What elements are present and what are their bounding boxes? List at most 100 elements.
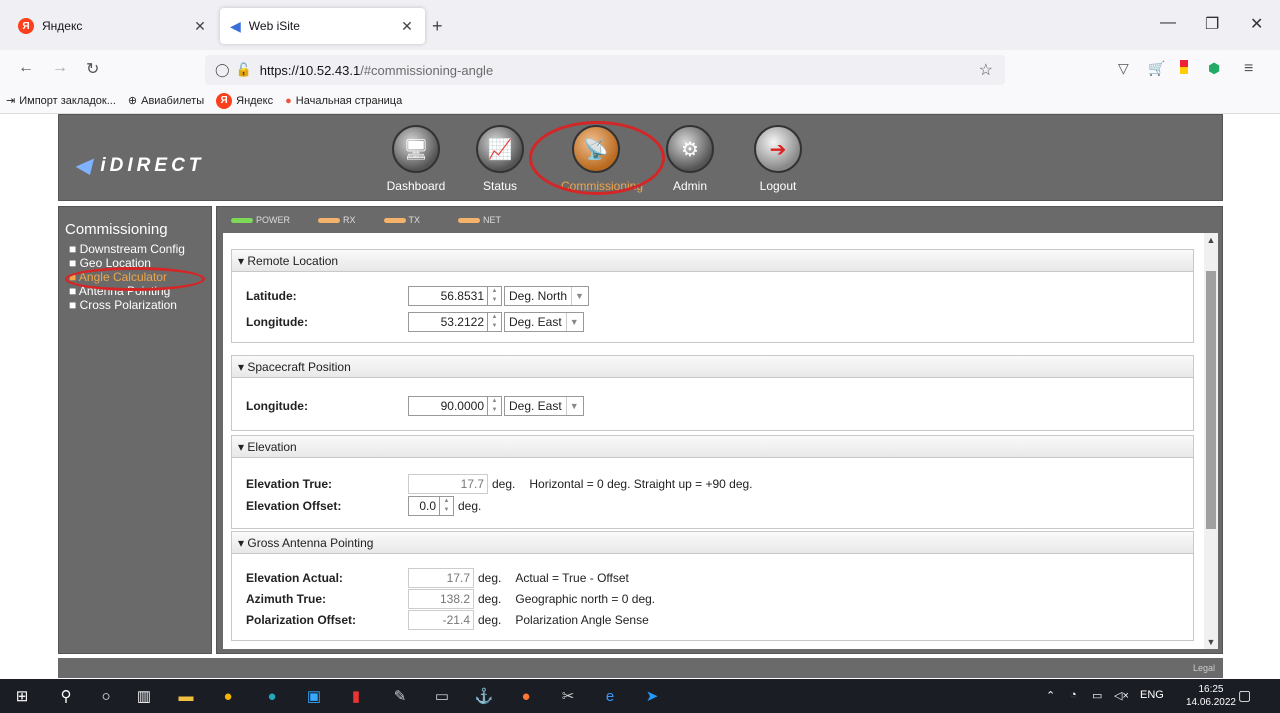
elevation-actual-note: Actual = True - Offset [515,571,629,585]
sidebar-item-cross-polarization[interactable]: ■ Cross Polarization [69,298,211,312]
clock[interactable]: 16:25 14.06.2022 [1186,683,1236,709]
tab-title: Web iSite [248,19,300,33]
latitude-unit-select[interactable]: Deg. North ▼ [504,286,589,306]
snipping-tool-icon[interactable]: ✂ [558,687,578,705]
nav-label: Logout [759,179,797,193]
row-azimuth-true: Azimuth True: 138.2 deg. Geographic nort… [246,589,655,609]
idirect-favicon-icon: ◀ [230,17,241,34]
browser-nav-bar: ← → ↻ ◯ 🔓 https://10.52.43.1 /#commissio… [0,50,1280,88]
bookmark-star-icon[interactable]: ☆ [979,60,993,80]
telegram-icon[interactable]: ➤ [642,687,662,705]
remote-desktop-icon[interactable]: ▣ [304,687,324,705]
bookmark-label: Яндекс [236,94,274,107]
tab-yandex[interactable]: Я Яндекс ✕ [8,8,218,44]
windows-start-icon[interactable]: ⊞ [12,687,32,705]
address-bar[interactable]: ◯ 🔓 https://10.52.43.1 /#commissioning-a… [205,55,1005,85]
file-explorer-icon[interactable]: ▬ [176,687,196,705]
pocket-icon[interactable]: ▽ [1118,60,1129,77]
edge-icon[interactable]: ● [262,687,282,705]
main-panel: POWER RX TX NET ▾ Remote Location Latitu… [216,206,1223,654]
bookmark-home[interactable]: ● Начальная страница [285,95,402,107]
nav-label: Status [482,179,518,193]
paint-icon[interactable]: ✎ [390,687,410,705]
longitude-spinner[interactable]: ▲ ▼ [488,312,502,332]
latitude-input[interactable]: 56.8531 [408,286,488,306]
extension-icon[interactable]: ⬢ [1208,60,1220,77]
nav-status[interactable]: 📈 Status [465,125,535,193]
monitor-icon: 🖥 [392,125,440,173]
nav-logout[interactable]: ➔ Logout [743,125,813,193]
battery-icon[interactable]: ▭ [1092,689,1102,702]
longitude-unit-select[interactable]: Deg. East ▼ [504,312,584,332]
restore-icon[interactable]: ❐ [1205,14,1219,34]
nav-dashboard[interactable]: 🖥 Dashboard [381,125,451,193]
url-path: /#commissioning-angle [360,62,494,78]
reload-icon[interactable]: ↻ [86,59,99,79]
legal-link[interactable]: Legal [1193,663,1215,673]
elevation-true-value: 17.7 [408,474,488,494]
sc-longitude-spinner[interactable]: ▲ ▼ [488,396,502,416]
menu-icon[interactable]: ≡ [1244,60,1253,78]
bookmark-avia[interactable]: ⊕ Авиабилеты [128,94,205,108]
terminal-icon[interactable]: ▭ [432,687,452,705]
azimuth-true-value: 138.2 [408,589,474,609]
minimize-icon[interactable]: — [1160,14,1176,32]
notifications-icon[interactable]: ▢ [1238,687,1251,704]
section-header[interactable]: ▾ Spacecraft Position [232,356,1193,378]
firefox-icon[interactable]: ● [516,687,536,705]
new-tab-button[interactable]: + [432,16,443,37]
elevation-true-label: Elevation True: [246,477,333,491]
elevation-actual-label: Elevation Actual: [246,571,343,585]
tray-chevron-up-icon[interactable]: ⌃ [1046,689,1055,702]
sc-longitude-label: Longitude: [246,399,308,413]
bookmark-label: Авиабилеты [141,94,205,107]
tab-web-isite[interactable]: ◀ Web iSite ✕ [220,8,425,44]
internet-explorer-icon[interactable]: e [600,687,620,705]
volume-icon[interactable]: ◁× [1114,689,1129,702]
close-tab-icon[interactable]: ✕ [399,18,415,35]
longitude-input[interactable]: 53.2122 [408,312,488,332]
network-icon[interactable]: ◔ [1070,689,1077,701]
logo-swoosh-icon: ◀ [75,155,95,177]
windows-taskbar: ⊞ ⚲ ○ ▥ ▬ ● ● ▣ ▮ ✎ ▭ ⚓ ● ✂ e ➤ ⌃ ◔ ▭ ◁×… [0,679,1280,713]
elevation-offset-input[interactable]: 0.0 [408,496,440,516]
section-header[interactable]: ▾ Elevation [232,436,1193,458]
clock-date: 14.06.2022 [1185,697,1236,708]
bookmark-import[interactable]: ⇥ Импорт закладок... [6,94,116,108]
content-scrollbar[interactable]: ▲ ▼ [1204,233,1218,649]
scrollbar-thumb[interactable] [1206,271,1216,529]
scroll-down-icon[interactable]: ▼ [1204,637,1218,647]
browser-tab-bar: Я Яндекс ✕ ◀ Web iSite ✕ + — ❐ ✕ [0,0,1280,50]
chrome-icon[interactable]: ● [218,687,238,705]
language-indicator[interactable]: ENG [1140,689,1164,701]
latitude-spinner[interactable]: ▲ ▼ [488,286,502,306]
task-view-icon[interactable]: ▥ [134,687,154,705]
polarization-offset-label: Polarization Offset: [246,613,357,627]
elevation-offset-spinner[interactable]: ▲ ▼ [440,496,454,516]
sidebar-item-downstream-config[interactable]: ■ Downstream Config [69,242,211,256]
forward-icon[interactable]: → [52,59,68,77]
search-icon[interactable]: ⚲ [56,687,76,705]
bookmark-flag-icon[interactable] [1180,60,1188,77]
back-icon[interactable]: ← [18,59,34,77]
scroll-up-icon[interactable]: ▲ [1204,235,1218,245]
sc-longitude-input[interactable]: 90.0000 [408,396,488,416]
section-header[interactable]: ▾ Gross Antenna Pointing [232,532,1193,554]
led-power: POWER [231,215,290,225]
cart-icon[interactable]: 🛒 [1148,60,1165,77]
nav-admin[interactable]: ⚙ Admin [655,125,725,193]
office-icon[interactable]: ▮ [346,687,366,705]
yandex-logo-icon: Я [216,92,233,109]
sc-longitude-unit-select[interactable]: Deg. East ▼ [504,396,584,416]
anchor-icon[interactable]: ⚓ [474,687,494,705]
latitude-label: Latitude: [246,289,297,303]
cortana-icon[interactable]: ○ [96,687,116,705]
close-window-icon[interactable]: ✕ [1250,14,1263,34]
bookmarks-bar: ⇥ Импорт закладок... ⊕ Авиабилеты Я Яндекс … [0,88,1280,114]
row-elevation-offset: Elevation Offset: 0.0 ▲ ▼ deg. [246,496,481,516]
firefox-icon: ● [285,94,292,107]
row-sc-longitude: Longitude: 90.0000 ▲ ▼ Deg. East ▼ [246,396,584,416]
close-tab-icon[interactable]: ✕ [192,18,208,35]
section-header[interactable]: ▾ Remote Location [232,250,1193,272]
bookmark-yandex[interactable]: Я Яндекс [216,92,274,109]
